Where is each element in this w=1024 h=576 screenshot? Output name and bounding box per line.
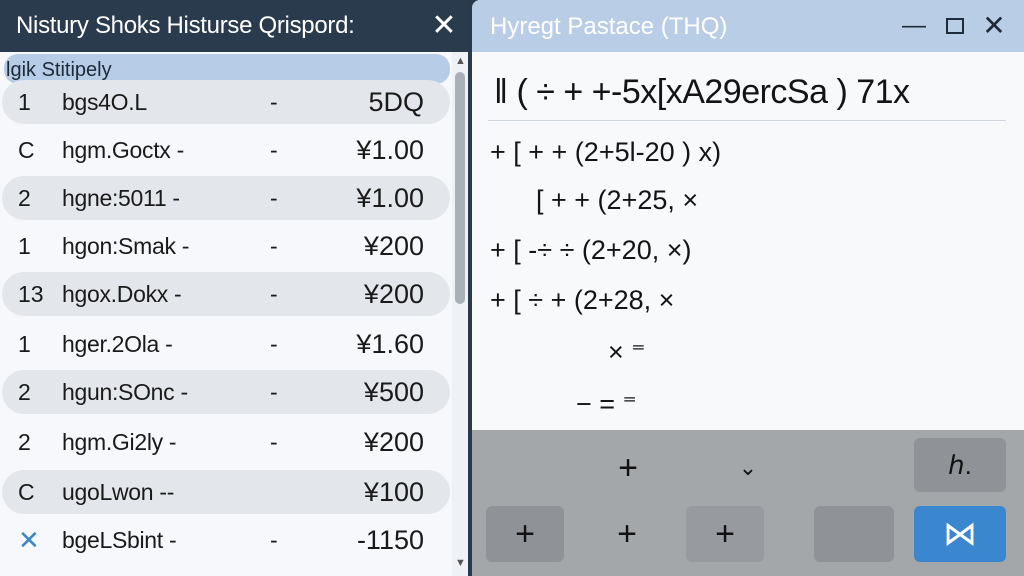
item-price: ¥100 [363, 477, 424, 507]
maximize-icon[interactable] [938, 10, 970, 42]
item-qty: 13 [18, 281, 44, 307]
work-line: + [ -÷ ÷ (2+20, ×) [490, 235, 692, 265]
list-item[interactable]: 2 hgun:SOnc - - ¥500 [2, 370, 450, 414]
item-name: bgs4O.L [62, 89, 147, 115]
plus-key[interactable]: + [686, 506, 764, 562]
scroll-thumb[interactable] [455, 72, 465, 304]
item-price: ¥200 [363, 231, 424, 261]
item-dash: - [270, 233, 278, 259]
item-dash: - [270, 429, 278, 455]
item-price: 5DQ [368, 87, 424, 117]
calculator-keypad: + ⌄ ℎ. + + + ⋈ [472, 430, 1024, 576]
history-scrollbar[interactable]: ▲ ▼ [452, 52, 468, 576]
item-name: hgon:Smak - [62, 233, 190, 259]
plus-key[interactable]: + [592, 446, 664, 490]
item-dash: - [270, 331, 278, 357]
work-line: [ + + (2+25, × [536, 185, 699, 215]
list-item[interactable]: 13 hgox.Dokx - - ¥200 [2, 272, 450, 316]
history-close-icon[interactable]: ✕ [428, 10, 460, 42]
item-dash: - [270, 89, 278, 115]
calculator-title: Hyregt Pastace (THQ) [490, 13, 728, 40]
history-titlebar: Nistury Shoks Histurse Qrispord: ✕ [0, 0, 466, 52]
list-item[interactable]: C ugoLwon -- ¥100 [2, 470, 450, 514]
item-name: hgm.Gi2ly - [62, 429, 177, 455]
item-qty: C [18, 137, 35, 163]
item-price: -1150 [356, 525, 424, 555]
item-price: ¥500 [363, 377, 424, 407]
function-key[interactable]: ℎ. [914, 438, 1006, 492]
item-name: hger.2Ola - [62, 331, 173, 357]
item-qty: 2 [18, 379, 31, 405]
item-qty: C [18, 479, 35, 505]
item-dash: - [270, 185, 278, 211]
item-price: ¥1.60 [356, 329, 424, 359]
list-item[interactable]: 1 hger.2Ola - - ¥1.60 [2, 322, 450, 366]
item-price: ¥200 [363, 279, 424, 309]
work-line: + [ + + (2+5l-20 ) x) [490, 137, 722, 167]
list-item[interactable]: ✕ bgeLSbint - - -1150 [2, 518, 450, 562]
calculator-window: Hyregt Pastace (THQ) — ✕ ‖ ( ÷ + +-5x[xA… [472, 0, 1024, 576]
work-line: + [ ÷ + (2+28, × [490, 285, 675, 315]
item-dash: - [270, 137, 278, 163]
minimize-icon[interactable]: — [898, 10, 930, 42]
item-name: hgun:SOnc - [62, 379, 188, 405]
chevron-down-icon[interactable]: ⌄ [716, 446, 780, 490]
history-title: Nistury Shoks Histurse Qrispord: [16, 12, 355, 39]
item-price: ¥200 [363, 427, 424, 457]
list-item[interactable]: 2 hgne:5011 - - ¥1.00 [2, 176, 450, 220]
list-header-label: lgik Stitipely [6, 59, 112, 81]
item-dash: - [270, 527, 278, 553]
item-qty: 1 [18, 331, 31, 357]
item-price: ¥1.00 [356, 135, 424, 165]
blank-key[interactable] [814, 506, 894, 562]
work-line: × ⁼ [608, 337, 646, 367]
item-name: hgm.Goctx - [62, 137, 184, 163]
item-qty: 1 [18, 233, 31, 259]
display-divider [488, 120, 1006, 121]
history-window: Nistury Shoks Histurse Qrispord: ✕ lgik … [0, 0, 468, 576]
scroll-up-arrow-icon[interactable]: ▲ [455, 56, 466, 67]
item-dash: - [270, 379, 278, 405]
list-item[interactable]: C hgm.Goctx - - ¥1.00 [2, 128, 450, 172]
list-item[interactable]: 2 hgm.Gi2ly - - ¥200 [2, 420, 450, 464]
close-icon[interactable]: ✕ [978, 10, 1010, 42]
item-name: ugoLwon -- [62, 479, 175, 505]
scroll-down-arrow-icon[interactable]: ▼ [455, 558, 466, 569]
item-price: ¥1.00 [356, 183, 424, 213]
calculator-display: ‖ ( ÷ + +-5x[xA29ercSa ) 71x + [ + + (2+… [472, 52, 1024, 430]
cancel-x-icon[interactable]: ✕ [18, 527, 48, 553]
item-name: bgeLSbint - [62, 527, 177, 553]
list-item[interactable]: 1 bgs4O.L - 5DQ [2, 80, 450, 124]
expression-input[interactable]: ‖ ( ÷ + +-5x[xA29ercSa ) 71x [494, 72, 910, 112]
item-name: hgox.Dokx - [62, 281, 182, 307]
item-qty: 1 [18, 89, 31, 115]
calculator-titlebar: Hyregt Pastace (THQ) — ✕ [472, 0, 1024, 52]
history-list: lgik Stitipely 1 bgs4O.L - 5DQ C hgm.Goc… [0, 52, 452, 576]
equals-key[interactable]: ⋈ [914, 506, 1006, 562]
plus-key[interactable]: + [486, 506, 564, 562]
list-item[interactable]: 1 hgon:Smak - - ¥200 [2, 224, 450, 268]
item-qty: 2 [18, 185, 31, 211]
work-line: − = ⁼ [576, 389, 637, 419]
item-name: hgne:5011 - [62, 185, 180, 211]
item-qty: 2 [18, 429, 31, 455]
item-dash: - [270, 281, 278, 307]
plus-key[interactable]: + [588, 506, 666, 562]
